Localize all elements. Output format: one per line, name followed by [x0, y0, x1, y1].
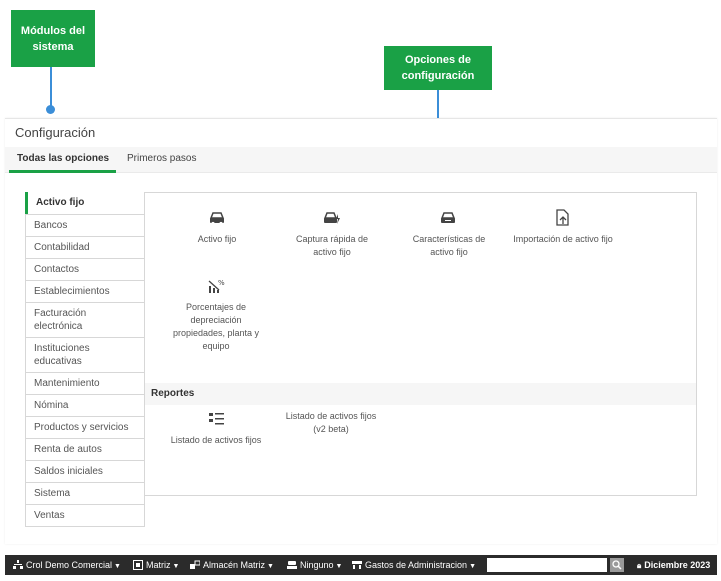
option-label: Activo fijo: [197, 234, 237, 244]
sidebar-item-instituciones[interactable]: Instituciones educativas: [25, 338, 145, 373]
option-label: Porcentajes de depreciación propiedades,…: [172, 302, 260, 351]
company-label: Crol Demo Comercial: [26, 560, 113, 570]
page-title: Configuración: [15, 125, 96, 140]
sidebar-item-productos[interactable]: Productos y servicios: [25, 417, 145, 439]
warehouse-icon: [190, 560, 200, 569]
chevron-down-icon: ▼: [114, 563, 121, 570]
sidebar-item-establecimientos[interactable]: Establecimientos: [25, 281, 145, 303]
sidebar-item-mantenimiento[interactable]: Mantenimiento: [25, 373, 145, 395]
branch-label: Matriz: [146, 560, 171, 570]
sidebar-item-activo-fijo[interactable]: Activo fijo: [25, 192, 145, 214]
chevron-down-icon: ▼: [172, 563, 180, 570]
register-icon: [287, 561, 297, 569]
option-label: Listado de activos fijos (v2 beta): [285, 411, 377, 434]
sidebar-item-bancos[interactable]: Bancos: [25, 214, 145, 237]
period-label: Diciembre 2023: [644, 560, 711, 570]
option-label: Importación de activo fijo: [513, 234, 613, 244]
list-car-icon: [209, 413, 224, 425]
callout-options: Opciones de configuración: [384, 46, 492, 90]
module-sidebar: Activo fijo Bancos Contabilidad Contacto…: [25, 192, 145, 527]
sidebar-item-sistema[interactable]: Sistema: [25, 483, 145, 505]
car-list-icon: [440, 212, 456, 223]
option-importacion[interactable]: Importación de activo fijo: [513, 209, 613, 246]
sidebar-item-facturacion[interactable]: Facturación electrónica: [25, 303, 145, 338]
search-icon: [612, 560, 622, 570]
sidebar-item-contactos[interactable]: Contactos: [25, 259, 145, 281]
chevron-down-icon: ▼: [267, 563, 274, 570]
cash-selector[interactable]: Ninguno ▼: [287, 555, 342, 575]
reports-section-title: Reportes: [145, 383, 696, 405]
option-caracteristicas[interactable]: Características de activo fijo: [400, 209, 498, 259]
branch-selector[interactable]: Matriz ▼: [133, 555, 179, 575]
option-label: Características de activo fijo: [412, 234, 486, 257]
option-captura-rapida[interactable]: Captura rápida de activo fijo: [283, 209, 381, 259]
tab-first-steps[interactable]: Primeros pasos: [125, 147, 198, 173]
file-import-icon: [556, 209, 569, 226]
status-bar: Crol Demo Comercial ▼ Matriz ▼ Almacén Mat…: [5, 555, 717, 575]
sidebar-item-nomina[interactable]: Nómina: [25, 395, 145, 417]
option-activo-fijo[interactable]: Activo fijo: [167, 209, 267, 246]
cost-center-label: Gastos de Administracion: [365, 560, 468, 570]
callout-modules-dot: [46, 105, 55, 114]
period-indicator[interactable]: 🔒︎ Diciembre 2023: [637, 555, 710, 575]
option-label: Captura rápida de activo fijo: [295, 234, 369, 257]
sidebar-item-contabilidad[interactable]: Contabilidad: [25, 237, 145, 259]
cost-center-selector[interactable]: Gastos de Administracion ▼: [352, 555, 476, 575]
option-label: Listado de activos fijos: [170, 435, 262, 445]
car-icon: [209, 212, 225, 226]
svg-text:%: %: [218, 279, 225, 287]
warehouse-label: Almacén Matriz: [203, 560, 266, 570]
warehouse-selector[interactable]: Almacén Matriz ▼: [190, 555, 274, 575]
search-input[interactable]: [487, 558, 607, 572]
building-icon: [133, 560, 143, 570]
sitemap-icon: [13, 560, 23, 569]
callout-modules: Módulos del sistema: [11, 10, 95, 67]
tab-bar: Todas las opciones Primeros pasos: [5, 147, 717, 173]
options-content: Activo fijo Captura rápida de activo fij…: [144, 192, 697, 496]
report-listado-activos-v2[interactable]: Listado de activos fijos (v2 beta): [280, 410, 382, 436]
car-lightning-icon: [323, 212, 340, 224]
sidebar-item-renta-autos[interactable]: Renta de autos: [25, 439, 145, 461]
report-listado-activos[interactable]: Listado de activos fijos: [161, 410, 271, 447]
table-icon: [352, 561, 362, 569]
chevron-down-icon: ▼: [335, 563, 343, 570]
percent-chart-icon: %: [208, 279, 225, 293]
callout-modules-pointer: [50, 67, 52, 109]
tab-all-options[interactable]: Todas las opciones: [9, 147, 116, 173]
chevron-down-icon: ▼: [469, 563, 476, 570]
option-porcentajes-depreciacion[interactable]: % Porcentajes de depreciación propiedade…: [165, 277, 267, 353]
cash-label: Ninguno: [300, 560, 334, 570]
lock-icon: 🔒︎: [637, 561, 642, 570]
company-selector[interactable]: Crol Demo Comercial ▼: [13, 555, 121, 575]
search-button[interactable]: [610, 558, 624, 572]
sidebar-item-ventas[interactable]: Ventas: [25, 505, 145, 527]
sidebar-item-saldos[interactable]: Saldos iniciales: [25, 461, 145, 483]
